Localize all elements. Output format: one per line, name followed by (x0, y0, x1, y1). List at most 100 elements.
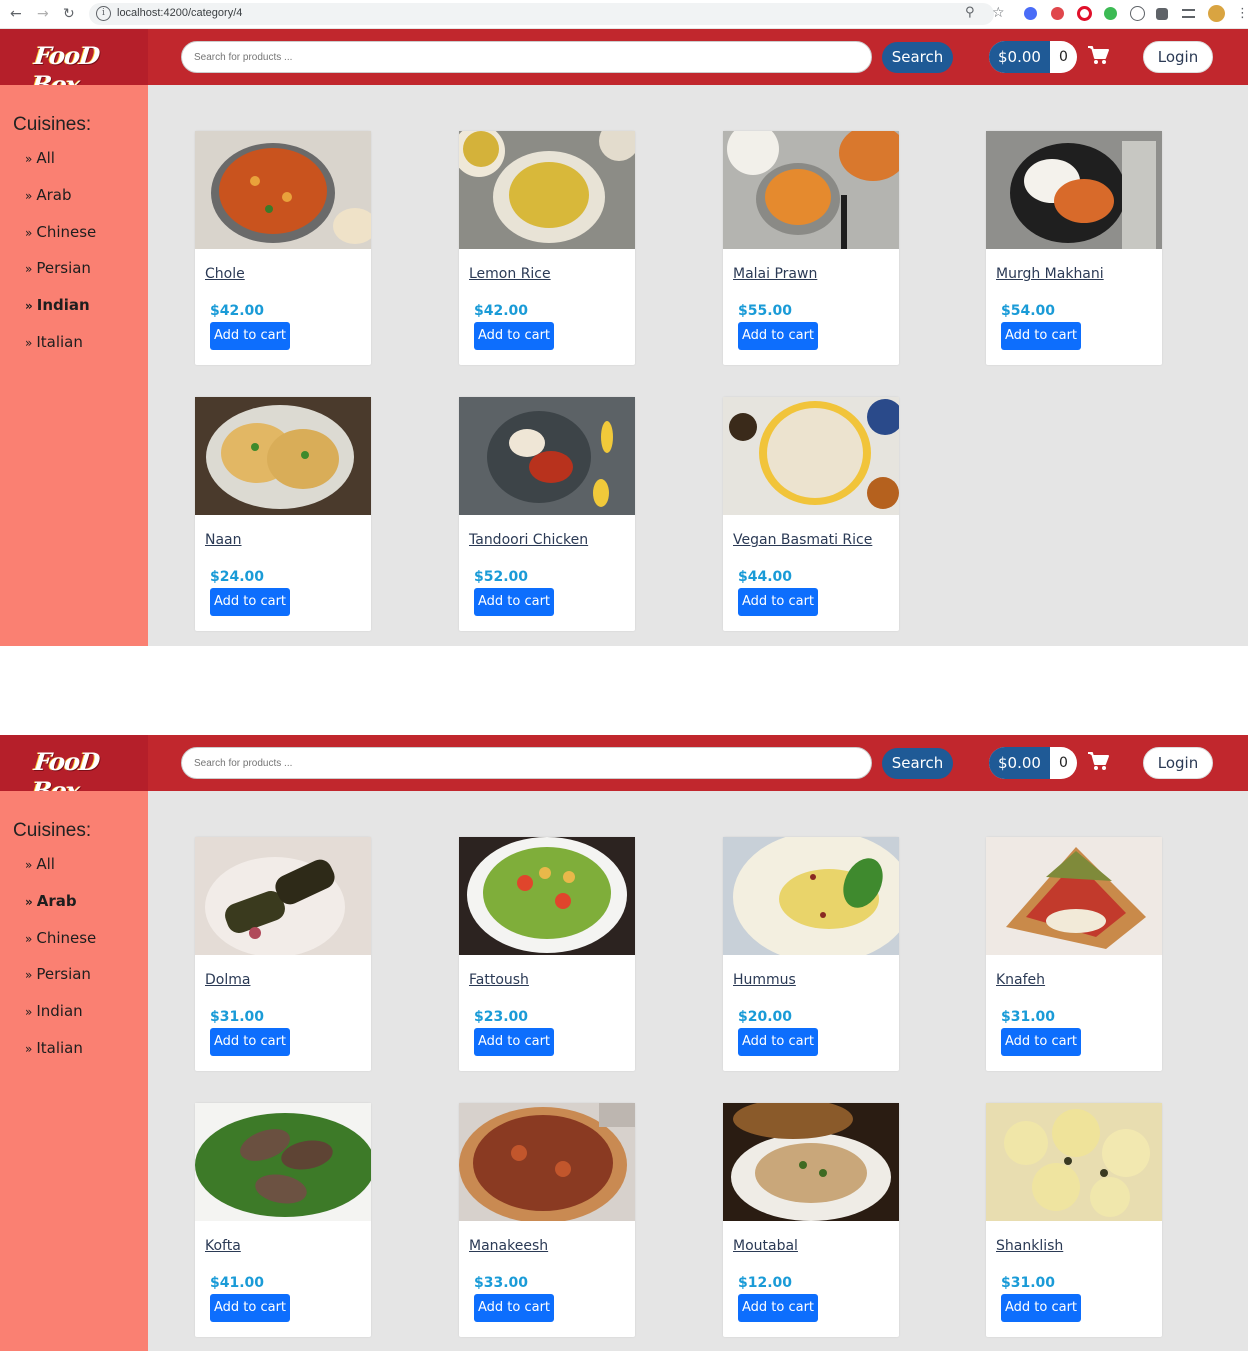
add-to-cart-button[interactable]: Add to cart (474, 1294, 554, 1322)
product-price: $31.00 (1001, 1009, 1056, 1025)
product-name-link[interactable]: Moutabal (733, 1238, 798, 1254)
address-bar[interactable]: i localhost:4200/category/4 ⚲ ☆ (89, 3, 1005, 25)
sidebar-item-chinese[interactable]: » Chinese (25, 929, 96, 966)
search-input[interactable] (181, 747, 872, 779)
product-image[interactable] (195, 1103, 371, 1221)
product-name-link[interactable]: Lemon Rice (469, 266, 551, 282)
add-to-cart-button[interactable]: Add to cart (210, 1294, 290, 1322)
cart-icon[interactable] (1087, 45, 1109, 65)
add-to-cart-button[interactable]: Add to cart (474, 322, 554, 350)
product-grid: Chole $42.00 Add to cart Lemon Rice $42.… (148, 85, 1248, 646)
back-arrow-icon[interactable]: ← (10, 5, 22, 23)
sidebar-item-indian[interactable]: » Indian (25, 1002, 96, 1039)
add-to-cart-button[interactable]: Add to cart (738, 588, 818, 616)
product-image[interactable] (986, 837, 1162, 955)
forward-arrow-icon[interactable]: → (37, 5, 49, 23)
product-card: Murgh Makhani $54.00 Add to cart (986, 131, 1162, 365)
product-name-link[interactable]: Vegan Basmati Rice (733, 532, 872, 548)
product-name-link[interactable]: Fattoush (469, 972, 529, 988)
product-image[interactable] (195, 397, 371, 515)
product-price: $24.00 (210, 569, 265, 585)
login-button[interactable]: Login (1143, 41, 1213, 73)
app-screen-indian: FooD Box Search $0.00 0 Login Cuisines: … (0, 29, 1248, 646)
extension-icon[interactable] (1077, 6, 1092, 21)
sidebar-item-persian[interactable]: » Persian (25, 965, 96, 1002)
product-image[interactable] (459, 837, 635, 955)
product-image[interactable] (459, 131, 635, 249)
product-image[interactable] (459, 1103, 635, 1221)
product-name-link[interactable]: Malai Prawn (733, 266, 817, 282)
sidebar-item-all[interactable]: » All (25, 855, 96, 892)
product-name-link[interactable]: Naan (205, 532, 242, 548)
add-to-cart-button[interactable]: Add to cart (474, 1028, 554, 1056)
product-name-link[interactable]: Dolma (205, 972, 250, 988)
extension-icon[interactable] (1104, 7, 1117, 20)
sidebar-item-indian[interactable]: » Indian (25, 296, 96, 333)
star-icon[interactable]: ☆ (992, 5, 1005, 21)
product-price: $12.00 (738, 1275, 793, 1291)
sidebar-item-label: Arab (36, 891, 77, 910)
add-to-cart-button[interactable]: Add to cart (210, 322, 290, 350)
zoom-icon[interactable]: ⚲ (965, 5, 975, 20)
avatar[interactable] (1208, 5, 1225, 22)
sidebar-item-chinese[interactable]: » Chinese (25, 223, 96, 260)
add-to-cart-button[interactable]: Add to cart (1001, 1028, 1081, 1056)
product-image[interactable] (986, 1103, 1162, 1221)
sidebar-item-label: Chinese (36, 928, 97, 947)
logo[interactable]: FooD Box (0, 735, 148, 805)
cart-summary[interactable]: $0.00 0 (989, 41, 1077, 73)
address-url[interactable]: localhost:4200/category/4 (117, 7, 242, 19)
add-to-cart-button[interactable]: Add to cart (474, 588, 554, 616)
add-to-cart-button[interactable]: Add to cart (210, 1028, 290, 1056)
search-input[interactable] (181, 41, 872, 73)
sidebar-item-all[interactable]: » All (25, 149, 96, 186)
sidebar-item-italian[interactable]: » Italian (25, 1039, 96, 1076)
cart-summary[interactable]: $0.00 0 (989, 747, 1077, 779)
extension-icon[interactable] (1051, 7, 1064, 20)
product-image[interactable] (195, 837, 371, 955)
puzzle-icon[interactable] (1156, 8, 1168, 20)
product-card: Knafeh $31.00 Add to cart (986, 837, 1162, 1071)
add-to-cart-button[interactable]: Add to cart (1001, 322, 1081, 350)
add-to-cart-button[interactable]: Add to cart (210, 588, 290, 616)
search-button[interactable]: Search (882, 42, 953, 73)
browser-toolbar: ← → ↻ i localhost:4200/category/4 ⚲ ☆ ⋮ (0, 0, 1248, 29)
add-to-cart-button[interactable]: Add to cart (738, 322, 818, 350)
product-image[interactable] (723, 131, 899, 249)
playlist-icon[interactable] (1182, 9, 1195, 18)
sidebar-item-arab[interactable]: » Arab (25, 186, 96, 223)
product-name-link[interactable]: Murgh Makhani (996, 266, 1104, 282)
product-image[interactable] (723, 397, 899, 515)
info-icon[interactable]: i (96, 6, 111, 21)
extension-icon[interactable] (1130, 6, 1145, 21)
product-name-link[interactable]: Hummus (733, 972, 796, 988)
sidebar-item-arab[interactable]: » Arab (25, 892, 96, 929)
login-button[interactable]: Login (1143, 747, 1213, 779)
product-name-link[interactable]: Shanklish (996, 1238, 1063, 1254)
add-to-cart-button[interactable]: Add to cart (1001, 1294, 1081, 1322)
sidebar-item-label: All (36, 855, 55, 873)
product-price: $52.00 (474, 569, 529, 585)
product-name-link[interactable]: Chole (205, 266, 245, 282)
product-name-link[interactable]: Kofta (205, 1238, 241, 1254)
product-card: Kofta $41.00 Add to cart (195, 1103, 371, 1337)
sidebar-item-italian[interactable]: » Italian (25, 333, 96, 370)
product-image[interactable] (986, 131, 1162, 249)
product-name-link[interactable]: Knafeh (996, 972, 1045, 988)
product-name-link[interactable]: Manakeesh (469, 1238, 548, 1254)
product-image[interactable] (723, 1103, 899, 1221)
search-button[interactable]: Search (882, 748, 953, 779)
sidebar-item-persian[interactable]: » Persian (25, 259, 96, 296)
cuisine-sidebar: Cuisines: » All » Arab » Chinese » Persian »… (0, 85, 148, 646)
add-to-cart-button[interactable]: Add to cart (738, 1294, 818, 1322)
cart-icon[interactable] (1087, 751, 1109, 771)
menu-dots-icon[interactable]: ⋮ (1236, 5, 1248, 23)
reload-icon[interactable]: ↻ (63, 5, 75, 23)
product-image[interactable] (459, 397, 635, 515)
product-image[interactable] (195, 131, 371, 249)
product-image[interactable] (723, 837, 899, 955)
logo[interactable]: FooD Box (0, 29, 148, 99)
add-to-cart-button[interactable]: Add to cart (738, 1028, 818, 1056)
extension-icon[interactable] (1024, 7, 1037, 20)
product-name-link[interactable]: Tandoori Chicken (469, 532, 588, 548)
